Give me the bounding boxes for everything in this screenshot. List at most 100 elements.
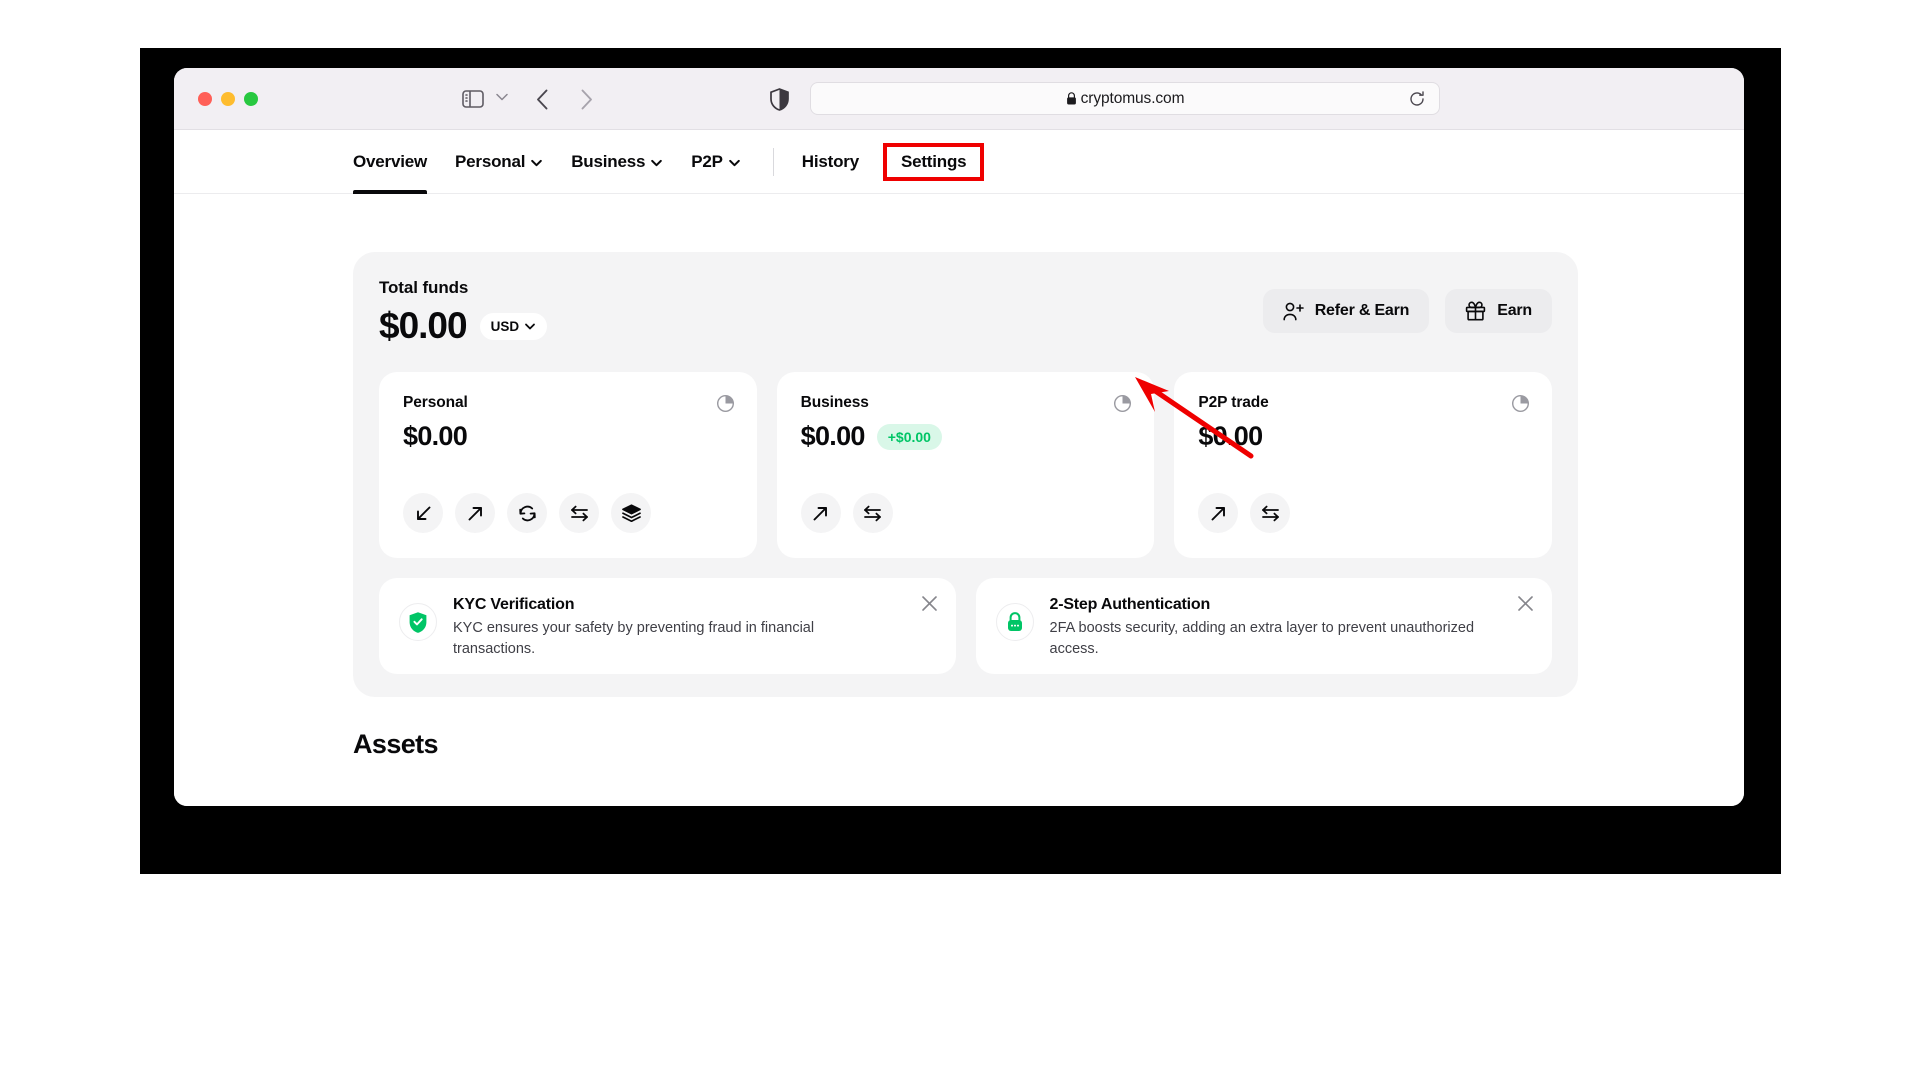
close-icon[interactable] [1517, 595, 1534, 612]
kyc-banner-description: KYC ensures your safety by preventing fr… [453, 620, 815, 658]
earn-button[interactable]: Earn [1445, 289, 1552, 333]
shield-check-icon [409, 611, 427, 633]
page-body: Total funds $0.00 USD Refer & Earn Earn … [174, 194, 1744, 806]
window-traffic-lights [198, 92, 258, 106]
header-actions: Refer & Earn Earn [1262, 289, 1552, 333]
nav-tab-personal[interactable]: Personal [455, 130, 543, 194]
refer-and-earn-label: Refer & Earn [1314, 302, 1410, 319]
balance-card-title: Personal [403, 394, 468, 411]
stack-button[interactable] [611, 493, 651, 533]
earn-label: Earn [1497, 302, 1532, 319]
user-plus-icon [1283, 302, 1304, 320]
transfer-button[interactable] [1250, 493, 1291, 533]
balance-amount-row: $0.00 [403, 421, 733, 452]
exchange-button[interactable] [507, 493, 547, 533]
chevron-down-icon [728, 159, 740, 167]
address-bar[interactable]: cryptomus.com [810, 82, 1440, 115]
transfer-button[interactable] [852, 493, 893, 533]
nav-tab-history-label: History [801, 151, 859, 171]
balance-card-actions [403, 493, 651, 533]
maximize-window-button[interactable] [244, 92, 258, 106]
chevron-down-icon [531, 159, 543, 167]
deposit-button[interactable] [403, 493, 443, 533]
lock-icon [1066, 92, 1076, 105]
arrow-up-right-icon [1211, 506, 1225, 520]
total-funds-amount: $0.00 [379, 305, 468, 346]
lock-icon [1007, 612, 1022, 631]
arrow-down-left-icon [416, 506, 430, 520]
chevron-down-icon [525, 323, 536, 330]
balance-card-actions [800, 493, 893, 533]
nav-tab-settings[interactable]: Settings [900, 151, 967, 172]
nav-tab-overview-label: Overview [353, 151, 428, 171]
nav-tab-history[interactable]: History [802, 130, 859, 194]
nav-divider [772, 147, 774, 176]
back-button[interactable] [530, 86, 554, 112]
gift-icon [1466, 301, 1486, 321]
balance-card-amount: $0.00 [403, 421, 468, 451]
site-navigation: Overview Personal Business P2P History S… [174, 130, 1744, 194]
kyc-banner-title: KYC Verification [453, 596, 575, 613]
panel-header: Total funds $0.00 USD Refer & Earn Earn [379, 278, 1552, 364]
nav-tab-p2p-label: P2P [691, 151, 723, 171]
close-window-button[interactable] [198, 92, 212, 106]
minimize-window-button[interactable] [221, 92, 235, 106]
url-text: cryptomus.com [1080, 89, 1185, 107]
balance-card-title: Business [800, 394, 869, 411]
pie-chart-icon[interactable] [1511, 394, 1530, 413]
balance-amount-row: $0.00 [1198, 421, 1528, 452]
balance-card-actions [1198, 493, 1291, 533]
balance-card-title: P2P trade [1198, 394, 1269, 411]
transfer-icon [570, 505, 588, 521]
balance-amount-row: $0.00 +$0.00 [801, 421, 1131, 452]
lock-icon-wrap [995, 603, 1034, 641]
withdraw-button[interactable] [800, 493, 841, 533]
pie-chart-icon[interactable] [1113, 394, 1132, 413]
stack-icon [621, 504, 641, 522]
chevron-down-icon[interactable] [494, 89, 510, 105]
balance-change-badge: +$0.00 [876, 423, 942, 450]
nav-tab-settings-label: Settings [900, 151, 967, 171]
transfer-button[interactable] [559, 493, 599, 533]
arrow-up-right-icon [813, 506, 828, 520]
nav-tab-business-label: Business [571, 151, 646, 171]
transfer-icon [864, 505, 882, 521]
kyc-verification-banner: KYC Verification KYC ensures your safety… [379, 578, 956, 674]
2fa-banner-title: 2-Step Authentication [1049, 596, 1211, 613]
balance-card-amount: $0.00 [1198, 421, 1263, 451]
nav-tab-personal-label: Personal [455, 151, 526, 171]
reload-icon[interactable] [1409, 91, 1425, 107]
dashboard-panel: Total funds $0.00 USD Refer & Earn Earn … [353, 252, 1578, 697]
nav-tab-settings-highlight: Settings [882, 142, 985, 181]
nav-tab-p2p[interactable]: P2P [691, 130, 741, 194]
arrow-up-right-icon [468, 506, 482, 520]
two-step-authentication-banner: 2-Step Authentication 2FA boosts securit… [975, 578, 1552, 674]
info-banners: KYC Verification KYC ensures your safety… [379, 578, 1552, 674]
sidebar-toggle-icon[interactable] [460, 86, 486, 112]
nav-tab-overview[interactable]: Overview [353, 130, 427, 194]
shield-check-icon-wrap [399, 603, 437, 641]
chevron-down-icon [651, 159, 663, 167]
privacy-shield-icon[interactable] [767, 86, 791, 112]
pie-chart-icon[interactable] [716, 394, 735, 413]
balance-card-personal: Personal $0.00 [379, 372, 757, 558]
currency-selector-label: USD [490, 318, 520, 334]
kyc-banner-text: KYC Verification KYC ensures your safety… [453, 596, 936, 657]
exchange-icon [518, 505, 536, 521]
close-icon[interactable] [921, 595, 938, 612]
2fa-banner-description: 2FA boosts security, adding an extra lay… [1049, 620, 1475, 658]
withdraw-button[interactable] [455, 493, 495, 533]
balance-card-amount: $0.00 [800, 421, 866, 451]
browser-toolbar: cryptomus.com [174, 68, 1744, 130]
balance-card-p2p-trade: P2P trade $0.00 [1174, 372, 1553, 558]
withdraw-button[interactable] [1198, 493, 1239, 533]
balance-card-business: Business $0.00 +$0.00 [776, 372, 1155, 558]
transfer-icon [1261, 505, 1279, 521]
currency-selector[interactable]: USD [479, 312, 548, 340]
2fa-banner-text: 2-Step Authentication 2FA boosts securit… [1049, 596, 1533, 657]
refer-and-earn-button[interactable]: Refer & Earn [1262, 289, 1430, 333]
forward-button[interactable] [574, 86, 598, 112]
balance-cards: Personal $0.00 Business $0.00 +$0.00 P2P… [379, 372, 1553, 558]
nav-tab-business[interactable]: Business [571, 130, 663, 194]
browser-window: cryptomus.com Overview Personal Business… [174, 68, 1744, 806]
